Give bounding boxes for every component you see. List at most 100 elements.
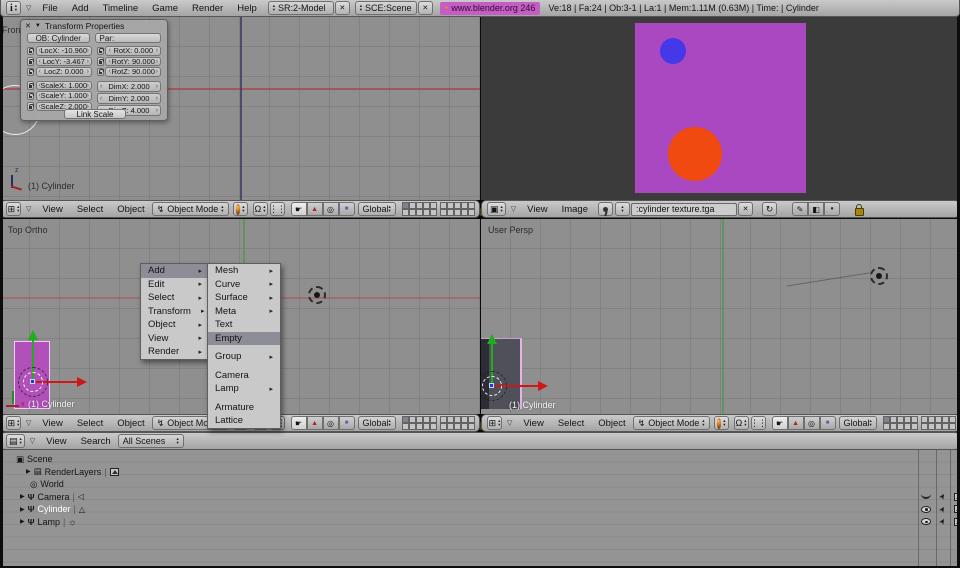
search-menu[interactable]: Search xyxy=(74,436,118,447)
rotate-toggle[interactable]: ◎ xyxy=(323,202,339,216)
draw-type-button[interactable] xyxy=(233,202,248,216)
draw-type-button[interactable] xyxy=(714,416,729,430)
layer-buttons-group1[interactable] xyxy=(402,202,437,216)
add-item-meta[interactable]: Meta▸ xyxy=(208,305,280,319)
add-item-mesh[interactable]: Mesh▸ xyxy=(208,264,280,278)
add-item-curve[interactable]: Curve▸ xyxy=(208,278,280,292)
view-menu[interactable]: View xyxy=(516,418,550,429)
parent-field[interactable]: Par: xyxy=(95,33,162,43)
lock-scaley[interactable] xyxy=(27,92,34,101)
lock-rotx[interactable] xyxy=(97,47,104,56)
layer-10[interactable] xyxy=(949,416,956,423)
editor-type-button[interactable]: ▣ xyxy=(487,202,506,216)
header-collapse-icon[interactable]: ▽ xyxy=(507,419,512,427)
layer-9[interactable] xyxy=(461,202,468,209)
manipulator-hand-toggle[interactable]: ☛ xyxy=(291,202,307,216)
panel-collapse-icon[interactable]: ▼ xyxy=(35,23,41,29)
snap-button[interactable]: ⋮⋮ xyxy=(751,416,766,430)
outliner-body[interactable]: ▣ Scene ▶ ▤ RenderLayers | ◎ World ▶ Ψ C… xyxy=(0,450,960,568)
layer-2[interactable] xyxy=(409,202,416,209)
layer-buttons-group2[interactable] xyxy=(440,416,475,430)
roty-field[interactable]: RotY: 90.000 xyxy=(105,57,161,67)
layer-13[interactable] xyxy=(416,423,423,430)
layer-9[interactable] xyxy=(942,416,949,423)
menu-add[interactable]: Add xyxy=(65,3,96,14)
add-item-lattice[interactable]: Lattice xyxy=(208,414,280,428)
selectable-cursor-icon[interactable]: ➤ xyxy=(937,504,948,514)
add-item-armature[interactable]: Armature xyxy=(208,401,280,415)
locy-field[interactable]: LocY: -3.467 xyxy=(36,57,92,67)
layer-15[interactable] xyxy=(430,209,437,216)
add-item-surface[interactable]: Surface▸ xyxy=(208,291,280,305)
manipulator-hand-toggle[interactable]: ☛ xyxy=(291,416,307,430)
layer-5[interactable] xyxy=(430,416,437,423)
layer-19[interactable] xyxy=(461,209,468,216)
select-menu[interactable]: Select xyxy=(70,204,110,215)
gizmo-arrowhead-x[interactable] xyxy=(77,377,87,387)
layer-16[interactable] xyxy=(921,423,928,430)
object-menu[interactable]: Object xyxy=(110,204,151,215)
image-browse-button[interactable] xyxy=(615,202,630,216)
editor-type-button[interactable]: ⊞ xyxy=(6,416,21,430)
ob-name-field[interactable]: OB: Cylinder xyxy=(27,33,90,43)
header-collapse-icon[interactable]: ▽ xyxy=(511,205,516,213)
toolbox-item-object[interactable]: Object▸ xyxy=(141,318,209,332)
lamp-object[interactable] xyxy=(870,267,888,285)
layer-6[interactable] xyxy=(440,416,447,423)
dimy-field[interactable]: DimY: 2.000 xyxy=(97,93,161,104)
layer-18[interactable] xyxy=(454,209,461,216)
scaley-field[interactable]: ScaleY: 1.000 xyxy=(36,91,92,101)
layer-buttons-group2[interactable] xyxy=(440,202,475,216)
menu-game[interactable]: Game xyxy=(145,3,185,14)
menu-render[interactable]: Render xyxy=(185,3,230,14)
object-menu[interactable]: Object xyxy=(591,418,632,429)
layer-5[interactable] xyxy=(911,416,918,423)
layer-buttons-group1[interactable] xyxy=(402,416,437,430)
lock-scalex[interactable] xyxy=(27,81,34,90)
outliner-row-camera[interactable]: ▶ Ψ Camera | ◁ xyxy=(20,491,84,503)
toolbox-item-view[interactable]: View▸ xyxy=(141,332,209,346)
menu-help[interactable]: Help xyxy=(230,3,264,14)
layer-6[interactable] xyxy=(440,202,447,209)
lock-rotz[interactable] xyxy=(97,68,104,77)
editor-type-button[interactable]: ⊞ xyxy=(487,416,502,430)
layer-7[interactable] xyxy=(447,202,454,209)
layer-10[interactable] xyxy=(468,202,475,209)
select-menu[interactable]: Select xyxy=(70,418,110,429)
layer-20[interactable] xyxy=(468,209,475,216)
scene-selector[interactable]: SCE:Scene xyxy=(355,1,417,15)
toolbox-item-edit[interactable]: Edit▸ xyxy=(141,278,209,292)
outliner-row-world[interactable]: ◎ World xyxy=(30,478,64,490)
layer-16[interactable] xyxy=(440,423,447,430)
outliner-row-cylinder[interactable]: ▶ Ψ Cylinder | △ xyxy=(20,503,85,515)
add-item-camera[interactable]: Camera xyxy=(208,369,280,383)
lamp-object[interactable] xyxy=(308,286,326,304)
collapse-arrow-icon[interactable]: ▽ xyxy=(26,4,31,12)
view-menu[interactable]: View xyxy=(520,204,554,215)
add-item-lamp[interactable]: Lamp▸ xyxy=(208,382,280,396)
expand-arrow-icon[interactable]: ▶ xyxy=(20,493,25,500)
locx-field[interactable]: LocX: -10.960 xyxy=(36,46,92,56)
viewport-user-canvas[interactable]: User Persp (1) Cylinder xyxy=(481,219,960,414)
image-refresh-button[interactable]: ↻ xyxy=(762,202,777,216)
toolbox-item-render[interactable]: Render▸ xyxy=(141,345,209,359)
header-collapse-icon[interactable]: ▽ xyxy=(26,205,31,213)
image-menu[interactable]: Image xyxy=(555,204,595,215)
scale-toggle[interactable]: ■ xyxy=(339,416,355,430)
layer-12[interactable] xyxy=(409,423,416,430)
layer-buttons-group1[interactable] xyxy=(883,416,918,430)
layer-15[interactable] xyxy=(430,423,437,430)
dimx-field[interactable]: DimX: 2.000 xyxy=(97,81,161,92)
texture-paint-toggle[interactable]: ✎ xyxy=(792,202,808,216)
layer-19[interactable] xyxy=(461,423,468,430)
pivot-button[interactable]: Ω xyxy=(253,202,268,216)
object-menu[interactable]: Object xyxy=(110,418,151,429)
scene-close-button[interactable]: ✕ xyxy=(418,1,433,15)
layer-17[interactable] xyxy=(447,423,454,430)
layer-14[interactable] xyxy=(904,423,911,430)
rotate-toggle[interactable]: ◎ xyxy=(323,416,339,430)
layer-4[interactable] xyxy=(423,416,430,423)
gizmo-arrowhead-y[interactable] xyxy=(28,330,38,340)
layer-11[interactable] xyxy=(883,423,890,430)
selectable-cursor-icon[interactable]: ➤ xyxy=(937,516,948,526)
